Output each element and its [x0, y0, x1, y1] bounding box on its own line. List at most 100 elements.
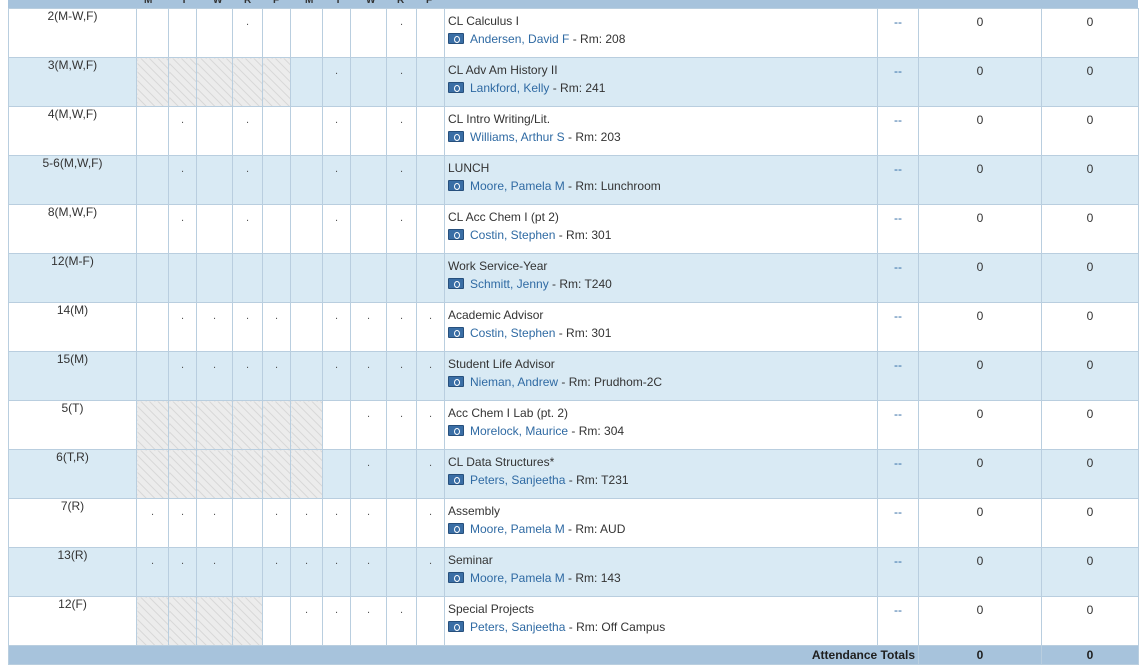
day-cell: .	[168, 498, 197, 548]
absences-count: 0	[918, 8, 1042, 58]
day-cell: .	[168, 547, 197, 597]
day-mark	[263, 597, 290, 603]
teacher-link[interactable]: Peters, Sanjeetha	[470, 620, 565, 634]
period-cell: 12(F)	[8, 596, 137, 646]
day-mark: .	[150, 506, 155, 518]
grade-link[interactable]: --	[877, 351, 919, 401]
day-mark	[351, 156, 386, 162]
email-teacher-icon[interactable]	[448, 474, 464, 485]
grade-link[interactable]: --	[877, 155, 919, 205]
email-teacher-icon[interactable]	[448, 180, 464, 191]
teacher-link[interactable]: Lankford, Kelly	[470, 81, 549, 95]
day-cell	[322, 253, 351, 303]
period-cell: 2(M-W,F)	[8, 8, 137, 58]
email-teacher-icon[interactable]	[448, 131, 464, 142]
table-row: 3(M,W,F).. CL Adv Am History II Lankford, …	[8, 57, 1139, 107]
grade-link[interactable]: --	[877, 596, 919, 646]
attendance-totals-row: Attendance Totals 0 0	[8, 645, 1139, 665]
attendance-table: 2(M-W,F).. CL Calculus I Andersen, David F…	[8, 8, 1139, 665]
teacher-line: Peters, Sanjeetha - Rm: Off Campus	[448, 619, 877, 635]
grade-link[interactable]: --	[877, 302, 919, 352]
absences-count: 0	[918, 106, 1042, 156]
day-mark: .	[150, 555, 155, 567]
day-cell: .	[350, 596, 387, 646]
email-teacher-icon[interactable]	[448, 523, 464, 534]
email-teacher-icon[interactable]	[448, 327, 464, 338]
day-cell	[136, 57, 169, 107]
teacher-link[interactable]: Moore, Pamela M	[470, 522, 565, 536]
day-mark	[291, 303, 322, 309]
day-mark: .	[304, 506, 309, 518]
day-mark: .	[304, 555, 309, 567]
email-teacher-icon[interactable]	[448, 82, 464, 93]
teacher-line: Schmitt, Jenny - Rm: T240	[448, 276, 877, 292]
teacher-link[interactable]: Morelock, Maurice	[470, 424, 568, 438]
teacher-link[interactable]: Peters, Sanjeetha	[470, 473, 565, 487]
teacher-link[interactable]: Costin, Stephen	[470, 326, 555, 340]
room-label: - Rm: AUD	[564, 522, 626, 536]
teacher-link[interactable]: Moore, Pamela M	[470, 179, 565, 193]
day-mark: .	[180, 506, 185, 518]
day-cell	[136, 400, 169, 450]
email-teacher-icon[interactable]	[448, 376, 464, 387]
day-mark	[233, 254, 262, 260]
day-cell: .	[350, 302, 387, 352]
day-mark	[169, 597, 196, 603]
grade-link[interactable]: --	[877, 253, 919, 303]
grade-link[interactable]: --	[877, 106, 919, 156]
day-cell	[196, 596, 233, 646]
day-mark	[323, 450, 350, 456]
day-header-9: F	[426, 0, 433, 6]
day-cell: .	[386, 204, 417, 254]
day-mark	[263, 450, 290, 456]
grade-link[interactable]: --	[877, 8, 919, 58]
day-mark: .	[212, 555, 217, 567]
day-cell: .	[136, 498, 169, 548]
day-mark: .	[399, 163, 404, 175]
day-cell	[386, 547, 417, 597]
email-teacher-icon[interactable]	[448, 572, 464, 583]
day-cell: .	[386, 302, 417, 352]
day-mark: .	[212, 310, 217, 322]
day-mark	[387, 548, 416, 554]
day-mark: .	[212, 359, 217, 371]
day-cell: .	[168, 155, 197, 205]
course-cell: CL Data Structures* Peters, Sanjeetha - R…	[444, 449, 878, 499]
email-teacher-icon[interactable]	[448, 278, 464, 289]
tardies-count: 0	[1041, 547, 1139, 597]
day-mark	[323, 401, 350, 407]
teacher-line: Morelock, Maurice - Rm: 304	[448, 423, 877, 439]
grade-link[interactable]: --	[877, 449, 919, 499]
grade-link[interactable]: --	[877, 400, 919, 450]
email-teacher-icon[interactable]	[448, 229, 464, 240]
table-row: 15(M)........ Student Life Advisor Nieman,…	[8, 351, 1139, 401]
grade-link[interactable]: --	[877, 547, 919, 597]
teacher-link[interactable]: Costin, Stephen	[470, 228, 555, 242]
day-cell	[350, 106, 387, 156]
absences-count: 0	[918, 204, 1042, 254]
email-teacher-icon[interactable]	[448, 621, 464, 632]
day-mark	[197, 401, 232, 407]
teacher-link[interactable]: Andersen, David F	[470, 32, 569, 46]
email-teacher-icon[interactable]	[448, 425, 464, 436]
grade-link[interactable]: --	[877, 57, 919, 107]
tardies-count: 0	[1041, 155, 1139, 205]
room-label: - Rm: Lunchroom	[564, 179, 661, 193]
day-cell	[322, 400, 351, 450]
day-cell	[262, 204, 291, 254]
day-cell: .	[232, 8, 263, 58]
day-mark: .	[428, 555, 433, 567]
teacher-link[interactable]: Williams, Arthur S	[470, 130, 565, 144]
tardies-count: 0	[1041, 253, 1139, 303]
teacher-link[interactable]: Moore, Pamela M	[470, 571, 565, 585]
teacher-link[interactable]: Schmitt, Jenny	[470, 277, 549, 291]
grade-link[interactable]: --	[877, 498, 919, 548]
day-mark	[291, 205, 322, 211]
grade-link[interactable]: --	[877, 204, 919, 254]
course-name: CL Intro Writing/Lit.	[448, 112, 551, 126]
teacher-link[interactable]: Nieman, Andrew	[470, 375, 558, 389]
email-teacher-icon[interactable]	[448, 33, 464, 44]
day-header-2: W	[213, 0, 223, 6]
table-row: 7(R)........ Assembly Moore, Pamela M - Rm…	[8, 498, 1139, 548]
day-cell	[386, 253, 417, 303]
